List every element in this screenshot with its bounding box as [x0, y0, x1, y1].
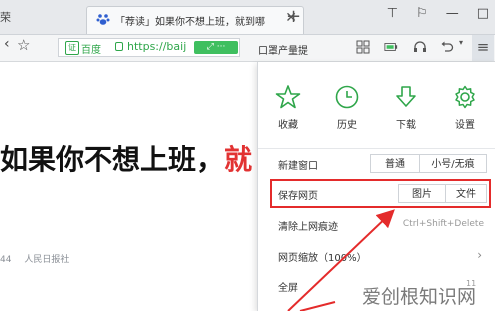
watermark: 爱创根知识网	[362, 286, 477, 308]
annotation-arrows	[287, 209, 395, 311]
annotation-arrow	[299, 301, 336, 311]
fullscreen-shortcut: 11	[466, 279, 477, 288]
